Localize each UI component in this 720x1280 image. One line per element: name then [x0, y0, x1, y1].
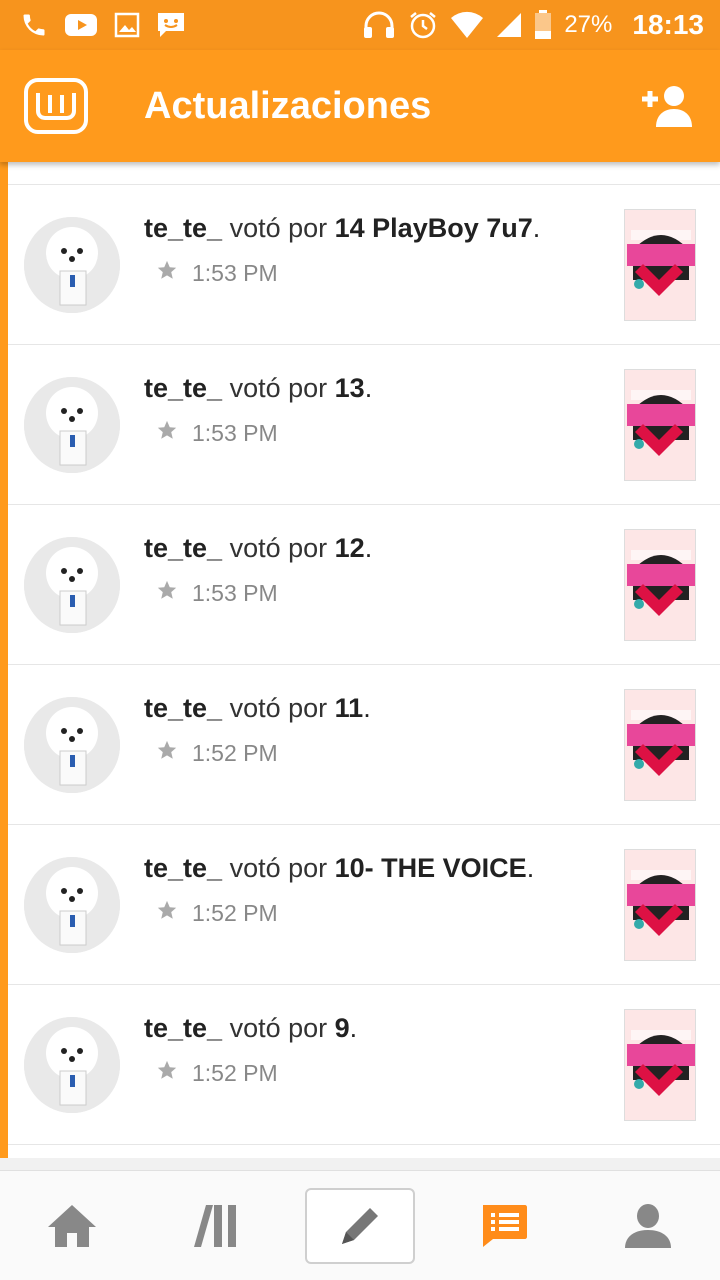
- timestamp: 1:53 PM: [192, 579, 278, 606]
- updates-feed[interactable]: te_te_ votó por 14 PlayBoy 7u7. 1:53 PM …: [8, 162, 720, 1158]
- profile-icon[interactable]: [593, 1188, 703, 1264]
- list-item[interactable]: te_te_ votó por 11. 1:52 PM: [8, 665, 720, 825]
- wattpad-logo-icon[interactable]: [24, 78, 88, 134]
- story-cover-thumbnail[interactable]: [624, 849, 696, 961]
- action-text: votó por: [229, 213, 328, 243]
- story-cover-thumbnail[interactable]: [624, 1009, 696, 1121]
- action-text: votó por: [229, 1013, 328, 1043]
- list-item[interactable]: te_te_ votó por 9. 1:52 PM: [8, 985, 720, 1145]
- add-user-icon[interactable]: [640, 82, 696, 130]
- sentence-end: .: [532, 213, 541, 243]
- bottom-separator: [0, 1158, 720, 1170]
- update-meta: 1:53 PM: [156, 579, 278, 607]
- headphones-icon: [362, 10, 396, 40]
- update-text: te_te_ votó por 11.: [144, 693, 371, 724]
- timestamp: 1:53 PM: [192, 419, 278, 446]
- updates-icon[interactable]: [449, 1188, 559, 1264]
- home-icon[interactable]: [17, 1188, 127, 1264]
- timestamp: 1:53 PM: [192, 259, 278, 286]
- avatar[interactable]: [24, 537, 120, 633]
- username-link[interactable]: te_te_: [144, 373, 222, 403]
- star-icon: [156, 899, 178, 927]
- action-text: votó por: [229, 533, 328, 563]
- battery-icon: [534, 10, 552, 40]
- youtube-icon: [64, 12, 98, 38]
- update-meta: 1:52 PM: [156, 1059, 278, 1087]
- username-link[interactable]: te_te_: [144, 853, 222, 883]
- image-icon: [114, 12, 140, 38]
- avatar[interactable]: [24, 377, 120, 473]
- username-link[interactable]: te_te_: [144, 533, 222, 563]
- story-cover-thumbnail[interactable]: [624, 529, 696, 641]
- status-bar: 27% 18:13: [0, 0, 720, 50]
- update-text: te_te_ votó por 14 PlayBoy 7u7.: [144, 213, 540, 244]
- username-link[interactable]: te_te_: [144, 213, 222, 243]
- star-icon: [156, 579, 178, 607]
- alarm-icon: [408, 10, 438, 40]
- timestamp: 1:52 PM: [192, 899, 278, 926]
- timestamp: 1:52 PM: [192, 739, 278, 766]
- action-text: votó por: [229, 373, 328, 403]
- update-meta: 1:53 PM: [156, 419, 278, 447]
- star-icon: [156, 419, 178, 447]
- bottom-navigation: [0, 1170, 720, 1280]
- app-bar: Actualizaciones: [0, 50, 720, 162]
- avatar[interactable]: [24, 217, 120, 313]
- page-title: Actualizaciones: [144, 84, 432, 127]
- story-link[interactable]: 10- THE VOICE: [335, 853, 527, 883]
- update-text: te_te_ votó por 12.: [144, 533, 372, 564]
- write-icon[interactable]: [305, 1187, 415, 1264]
- story-link[interactable]: 12: [335, 533, 365, 563]
- left-accent-bar: [0, 162, 8, 1158]
- list-item[interactable]: te_te_ votó por 13. 1:53 PM: [8, 345, 720, 505]
- story-link[interactable]: 11: [335, 693, 364, 723]
- list-item[interactable]: te_te_ votó por 12. 1:53 PM: [8, 505, 720, 665]
- story-link[interactable]: 9: [335, 1013, 350, 1043]
- star-icon: [156, 259, 178, 287]
- update-text: te_te_ votó por 13.: [144, 373, 372, 404]
- sentence-end: .: [526, 853, 535, 883]
- library-icon[interactable]: [161, 1188, 271, 1264]
- sentence-end: .: [364, 533, 373, 563]
- story-cover-thumbnail[interactable]: [624, 209, 696, 321]
- list-item[interactable]: te_te_ votó por 14 PlayBoy 7u7. 1:53 PM: [8, 185, 720, 345]
- avatar[interactable]: [24, 1017, 120, 1113]
- star-icon: [156, 1059, 178, 1087]
- update-meta: 1:53 PM: [156, 259, 278, 287]
- sentence-end: .: [349, 1013, 358, 1043]
- star-icon: [156, 739, 178, 767]
- story-link[interactable]: 14 PlayBoy 7u7: [335, 213, 533, 243]
- action-text: votó por: [229, 693, 328, 723]
- update-meta: 1:52 PM: [156, 899, 278, 927]
- update-text: te_te_ votó por 9.: [144, 1013, 357, 1044]
- avatar[interactable]: [24, 697, 120, 793]
- feed-top-divider: [8, 162, 720, 185]
- battery-percent: 27%: [564, 11, 613, 38]
- update-meta: 1:52 PM: [156, 739, 278, 767]
- clock: 18:13: [632, 9, 704, 40]
- username-link[interactable]: te_te_: [144, 693, 222, 723]
- phone-icon: [20, 11, 48, 39]
- list-item[interactable]: te_te_ votó por 10- THE VOICE. 1:52 PM: [8, 825, 720, 985]
- username-link[interactable]: te_te_: [144, 1013, 222, 1043]
- story-cover-thumbnail[interactable]: [624, 689, 696, 801]
- chat-icon: [156, 11, 186, 39]
- story-cover-thumbnail[interactable]: [624, 369, 696, 481]
- timestamp: 1:52 PM: [192, 1059, 278, 1086]
- sentence-end: .: [364, 373, 373, 403]
- story-link[interactable]: 13: [335, 373, 365, 403]
- action-text: votó por: [229, 853, 328, 883]
- signal-icon: [496, 11, 522, 39]
- update-text: te_te_ votó por 10- THE VOICE.: [144, 853, 534, 884]
- sentence-end: .: [363, 693, 371, 723]
- avatar[interactable]: [24, 857, 120, 953]
- wifi-icon: [450, 11, 484, 39]
